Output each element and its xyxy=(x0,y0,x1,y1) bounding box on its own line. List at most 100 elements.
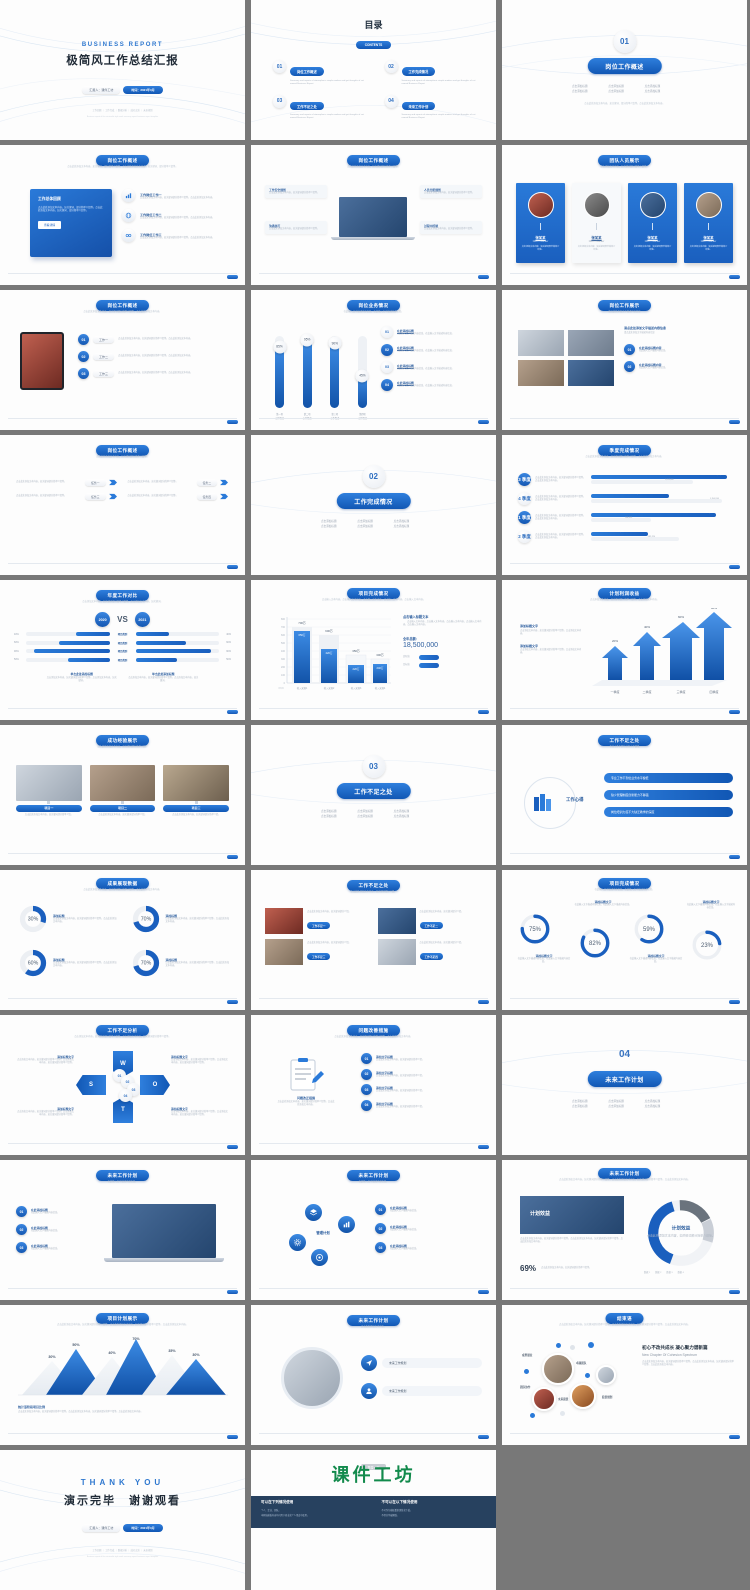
overview-card[interactable]: 工作总体回顾 点击此处添加文本内容，如关键词、部分简单介绍等。点击此处添加文本内… xyxy=(30,189,112,257)
slide-achievements[interactable]: 成功经验展示 点击此处添加文本内容，如关键词部分简单介绍。 项目一 点击此处添加… xyxy=(0,725,245,865)
list-item[interactable]: 03 在此添加标题 在此输入文字描述内容信息，在此输入文字描述内容信息。 xyxy=(381,361,484,373)
photos-row[interactable]: 02 在此添加标题内容 在此输入文字描述内容信息。 xyxy=(624,361,735,372)
card-button[interactable]: 查看详情 xyxy=(38,220,62,229)
tablet-row[interactable]: 02 工作二 点击此处添加文本内容，如关键词部分简单介绍等。点击此处添加文本内容… xyxy=(78,351,231,362)
future-row[interactable]: 02 在此添加标题 在此输入文字描述内容信息。 xyxy=(16,1224,100,1235)
quarter-row[interactable]: 3 季度 点击此处添加文本内容，如关键词部分简单介绍等。点击此处添加文本内容。 … xyxy=(518,473,733,486)
thankyou-pill-left[interactable]: 汇报人：课件工坊 xyxy=(82,1524,121,1532)
card-label[interactable]: 工作不足四 xyxy=(419,953,443,960)
insight-row[interactable]: 缺少管理制度创新能力不够强 xyxy=(604,790,733,800)
future-row[interactable]: 02 在此添加标题 在此输入文字描述内容信息。 xyxy=(375,1223,482,1234)
slide-swot[interactable]: 工作不足分析 点击添加文本内容，如关键词部分简单介绍等。点击添加文本内容，如关键… xyxy=(0,1015,245,1155)
slide-job-arrows[interactable]: 岗位工作概述 点击此处添加文本内容，如关键词部分简单介绍等。 点击此处添加文本内… xyxy=(0,435,245,575)
slide-project-completion-bars[interactable]: 项目完成情况 点击输入文本内容，点击输入文本内容。点击输入文本内容，点击输入文本… xyxy=(251,580,496,720)
slide-annual-vs[interactable]: 年度工作对比 点击添加文本内容，如关键词部分简单介绍等。点击添加文本内容，如关键… xyxy=(0,580,245,720)
slide-quarter-completion[interactable]: 季度完成情况 点击此处添加文本内容，如关键词部分简单介绍等。点击此处添加文本内容… xyxy=(502,435,747,575)
team-card[interactable]: 张某某 CEO / Founder 点击添加文本内容，如关键词部分简单介绍等。 xyxy=(628,183,677,263)
list-item[interactable]: 02 在此添加标题 在此输入文字描述内容信息，在此输入文字描述内容信息。 xyxy=(381,343,484,356)
card-label[interactable]: 工作不足一 xyxy=(307,922,331,929)
problem-row[interactable]: 02 添加文字标题 点击此处添加文本内容，如关键词部分简单介绍。 xyxy=(361,1068,482,1080)
slide-problem-list[interactable]: 问题改善措施 点击此处添加文本内容，如关键词部分简单介绍等。点击此处添加文本内容… xyxy=(251,1015,496,1155)
problem-row[interactable]: 01 添加文字标题 点击此处添加文本内容，如关键词部分简单介绍。 xyxy=(361,1053,482,1064)
toc-item-label[interactable]: 岗位工作概述 xyxy=(290,67,324,76)
toc-item-01[interactable]: 01 岗位工作概述 Summary and reports of atmosph… xyxy=(273,60,369,86)
slide-future-icons[interactable]: 未来工作计划 在此输入文字描述内容信息。 管理计划 01 在此添加标题 在此输入文… xyxy=(251,1160,496,1300)
arrow-row[interactable]: 点击此处添加文本内容，如关键词部分简单介绍等。 任务四 xyxy=(128,493,230,501)
target-icon[interactable] xyxy=(311,1249,328,1266)
send-icon[interactable] xyxy=(361,1355,377,1371)
achievement-card[interactable]: 项目二 点击此处添加文本内容，如关键词部分简单介绍。 xyxy=(89,765,156,817)
callout-3[interactable]: 沟通技巧 点击此处添加文本内容，如关键词部分简单介绍等。 xyxy=(265,221,327,234)
problem-row[interactable]: 03 添加文字标题 点击此处添加文本内容，如关键词部分简单介绍。 xyxy=(361,1084,482,1095)
gear-icon[interactable] xyxy=(289,1234,306,1251)
card-label[interactable]: 工作不足二 xyxy=(419,922,443,929)
card-label[interactable]: 工作不足三 xyxy=(307,953,331,960)
overview-row[interactable]: 工作岗位工作二 点击此处添加文本内容，如关键词部分简单介绍等。点击此处添加文本内… xyxy=(122,209,231,222)
quarter-row[interactable]: 4 季度 点击此处添加文本内容，如关键词部分简单介绍等。点击此处添加文本内容。 … xyxy=(518,492,733,505)
user-icon[interactable] xyxy=(361,1383,377,1399)
step-label[interactable]: 未来工作规划 xyxy=(382,1386,482,1396)
slide-future-donut-69[interactable]: 未来工作计划 点击此处添加文本内容，如关键词部分简单介绍等。点击此处添加文本内容… xyxy=(502,1160,747,1300)
slide-job-overview-laptop[interactable]: 岗位工作概述 点击此处添加文本内容，如关键词部分简单介绍等。 工作安全规划 点击… xyxy=(251,145,496,285)
thankyou-pill-right[interactable]: 时间：2021年3月 xyxy=(123,1524,163,1532)
toc-item-label[interactable]: 未来工作计划 xyxy=(401,101,436,111)
cover-pill-left[interactable]: 汇报人：课件工坊 xyxy=(82,86,121,94)
future-row[interactable]: 01 在此添加标题 在此输入文字描述内容信息。 xyxy=(16,1206,100,1217)
shortcoming-card[interactable]: 点击此处添加文本内容，如关键词部分介绍。 工作不足四 xyxy=(377,939,483,965)
slide-section-04[interactable]: 04 未来工作计划 点击添加标题 点击添加标题 点击添加标题 点击添加标题 点击… xyxy=(502,1015,747,1155)
shortcoming-card[interactable]: 点击此处添加文本内容，如关键词部分介绍。 工作不足三 xyxy=(265,939,370,965)
slide-team[interactable]: 团队人员展示 点击添加文本内容，如关键词部分简单介绍等。 张某某 CEO / F… xyxy=(502,145,747,285)
slide-future-steps[interactable]: 未来工作计划 点击此处添加文本内容。 未来工作规划 未来工作规划 xyxy=(251,1305,496,1445)
overview-row[interactable]: 工作岗位工作三 点击此处添加文本内容，如关键词部分简单介绍等。点击此处添加文本内… xyxy=(122,229,231,242)
shortcoming-card[interactable]: 点击此处添加文本内容，如关键词部分介绍。 工作不足一 xyxy=(265,908,370,934)
team-card[interactable]: 张某某 CEO / Founder 点击添加文本内容，如关键词部分简单介绍等。 xyxy=(572,183,621,263)
swot-s[interactable]: S xyxy=(76,1075,106,1095)
future-row[interactable]: 03 在此添加标题 在此输入文字描述内容信息。 xyxy=(375,1242,482,1253)
team-card[interactable]: 张某某 CEO / Founder 点击添加文本内容，如关键词部分简单介绍等。 xyxy=(516,183,565,263)
card-label[interactable]: 项目三 xyxy=(163,804,230,813)
problem-row[interactable]: 04 添加文字标题 点击此处添加文本内容，如关键词部分简单介绍。 xyxy=(361,1099,482,1111)
card-label[interactable]: 项目二 xyxy=(89,804,156,813)
slide-business-sliders[interactable]: 岗位业务情况 在此输入文字描述内容信息，在此输入文字描述内容信息。 85% 第一… xyxy=(251,290,496,430)
row-label[interactable]: 工作一 xyxy=(93,335,115,344)
slide-section-03[interactable]: 03 工作不足之处 点击添加标题 点击添加标题 点击添加标题 点击添加标题 点击… xyxy=(251,725,496,865)
callout-4[interactable]: 过程中控制 点击此处添加文本内容，如关键词部分简单介绍等。 xyxy=(420,221,482,234)
slide-title[interactable]: BUSINESS REPORT 极简风工作总结汇报 汇报人：课件工坊 时间：20… xyxy=(0,0,245,140)
slide-job-overview-tablet[interactable]: 岗位工作概述 点击此处添加文本内容，如关键词部分简单介绍等。点击此处添加文本内容… xyxy=(0,290,245,430)
tablet-row[interactable]: 03 工作三 点击此处添加文本内容，如关键词部分简单介绍等。点击此处添加文本内容… xyxy=(78,368,231,379)
slide-shortcomings-photos[interactable]: 工作不足之处 点击此处添加文本内容，如关键词部分介绍。 点击此处添加文本内容，如… xyxy=(251,870,496,1010)
slide-plan-triangles[interactable]: 项目计划展示 点击此处添加文本内容，如关键词部分简单介绍等。点击此处添加文本内容… xyxy=(0,1305,245,1445)
achievement-card[interactable]: 项目一 点击此处添加文本内容，如关键词部分简单介绍。 xyxy=(16,765,82,817)
slide-branding[interactable]: 百度一下 课件工坊 可以在下列情况使用 个人、企业、团队。 本网站模板内容均可用… xyxy=(251,1450,496,1590)
toc-item-label[interactable]: 工作不足之处 xyxy=(290,101,324,111)
slide-plan-income-arrows[interactable]: 计划利润收益 点击添加文本内容，如关键词部分简单介绍等。点击添加文本内容。 添加… xyxy=(502,580,747,720)
chart-icon[interactable] xyxy=(338,1216,355,1233)
row-label[interactable]: 工作二 xyxy=(93,352,115,361)
slide-work-insights[interactable]: 工作不足之处 专业工作不到位业务水平偏低 工作心得 专业工作不到位业务水平偏低 … xyxy=(502,725,747,865)
arrow-row[interactable]: 点击此处添加文本内容，如关键词部分简单介绍等。 任务一 xyxy=(16,479,118,487)
toc-item-03[interactable]: 03 工作不足之处 Summary and reports of atmosph… xyxy=(273,94,369,121)
step-row[interactable]: 未来工作规划 xyxy=(361,1383,482,1399)
slide-job-photos[interactable]: 岗位工作展示 请点此处添加文字描述内容信息 请点此处添加文字描述内容信息 请点此… xyxy=(502,290,747,430)
slide-contents[interactable]: 目录 CONTENTS 01 岗位工作概述 Summary and report… xyxy=(251,0,496,140)
step-label[interactable]: 未来工作规划 xyxy=(382,1358,482,1368)
slide-section-01[interactable]: 01 岗位工作概述 点击添加标题 点击添加标题 点击添加标题 点击添加标题 点击… xyxy=(502,0,747,140)
slide-rings-four[interactable]: 项目完成情况 在此输入文字描述内容信息，在此输入文字描述内容信息。 75% 添加… xyxy=(502,870,747,1010)
achievement-card[interactable]: 项目三 点击此处添加文本内容，如关键词部分简单介绍。 xyxy=(163,765,230,817)
row-label[interactable]: 任务一 xyxy=(85,479,106,487)
slide-thankyou[interactable]: THANK YOU 演示完毕 谢谢观看 汇报人：课件工坊 时间：2021年3月 … xyxy=(0,1450,245,1590)
layers-icon[interactable] xyxy=(305,1204,322,1221)
cover-pill-right[interactable]: 时间：2021年3月 xyxy=(123,86,163,94)
card-label[interactable]: 项目一 xyxy=(16,804,82,813)
slide-job-overview-card[interactable]: 岗位工作概述 点击此处添加文本内容，如关键词、部分简单介绍等。点击此处添加文本内… xyxy=(0,145,245,285)
step-row[interactable]: 未来工作规划 xyxy=(361,1355,482,1371)
callout-2[interactable]: 人员分配规划 点击此处添加文本内容，如关键词部分简单介绍等。 xyxy=(420,185,482,198)
slide-donut-four[interactable]: 成果展现数据 点击此处添加文本内容，如关键词部分简单介绍等。点击此处添加文本内容… xyxy=(0,870,245,1010)
callout-1[interactable]: 工作安全规划 点击此处添加文本内容，如关键词部分简单介绍等。 xyxy=(265,185,327,198)
row-label[interactable]: 任务二 xyxy=(196,479,217,487)
toc-item-label[interactable]: 工作完成情况 xyxy=(401,67,436,76)
shortcoming-card[interactable]: 点击此处添加文本内容，如关键词部分介绍。 工作不足二 xyxy=(377,908,483,934)
arrow-row[interactable]: 点击此处添加文本内容，如关键词部分简单介绍等。 任务二 xyxy=(128,479,230,487)
list-item[interactable]: 01 在此添加标题 在此输入文字描述内容信息，在此输入文字描述内容信息。 xyxy=(381,326,484,338)
list-item[interactable]: 04 在此添加标题 在此输入文字描述内容信息，在此输入文字描述内容信息。 xyxy=(381,378,484,391)
